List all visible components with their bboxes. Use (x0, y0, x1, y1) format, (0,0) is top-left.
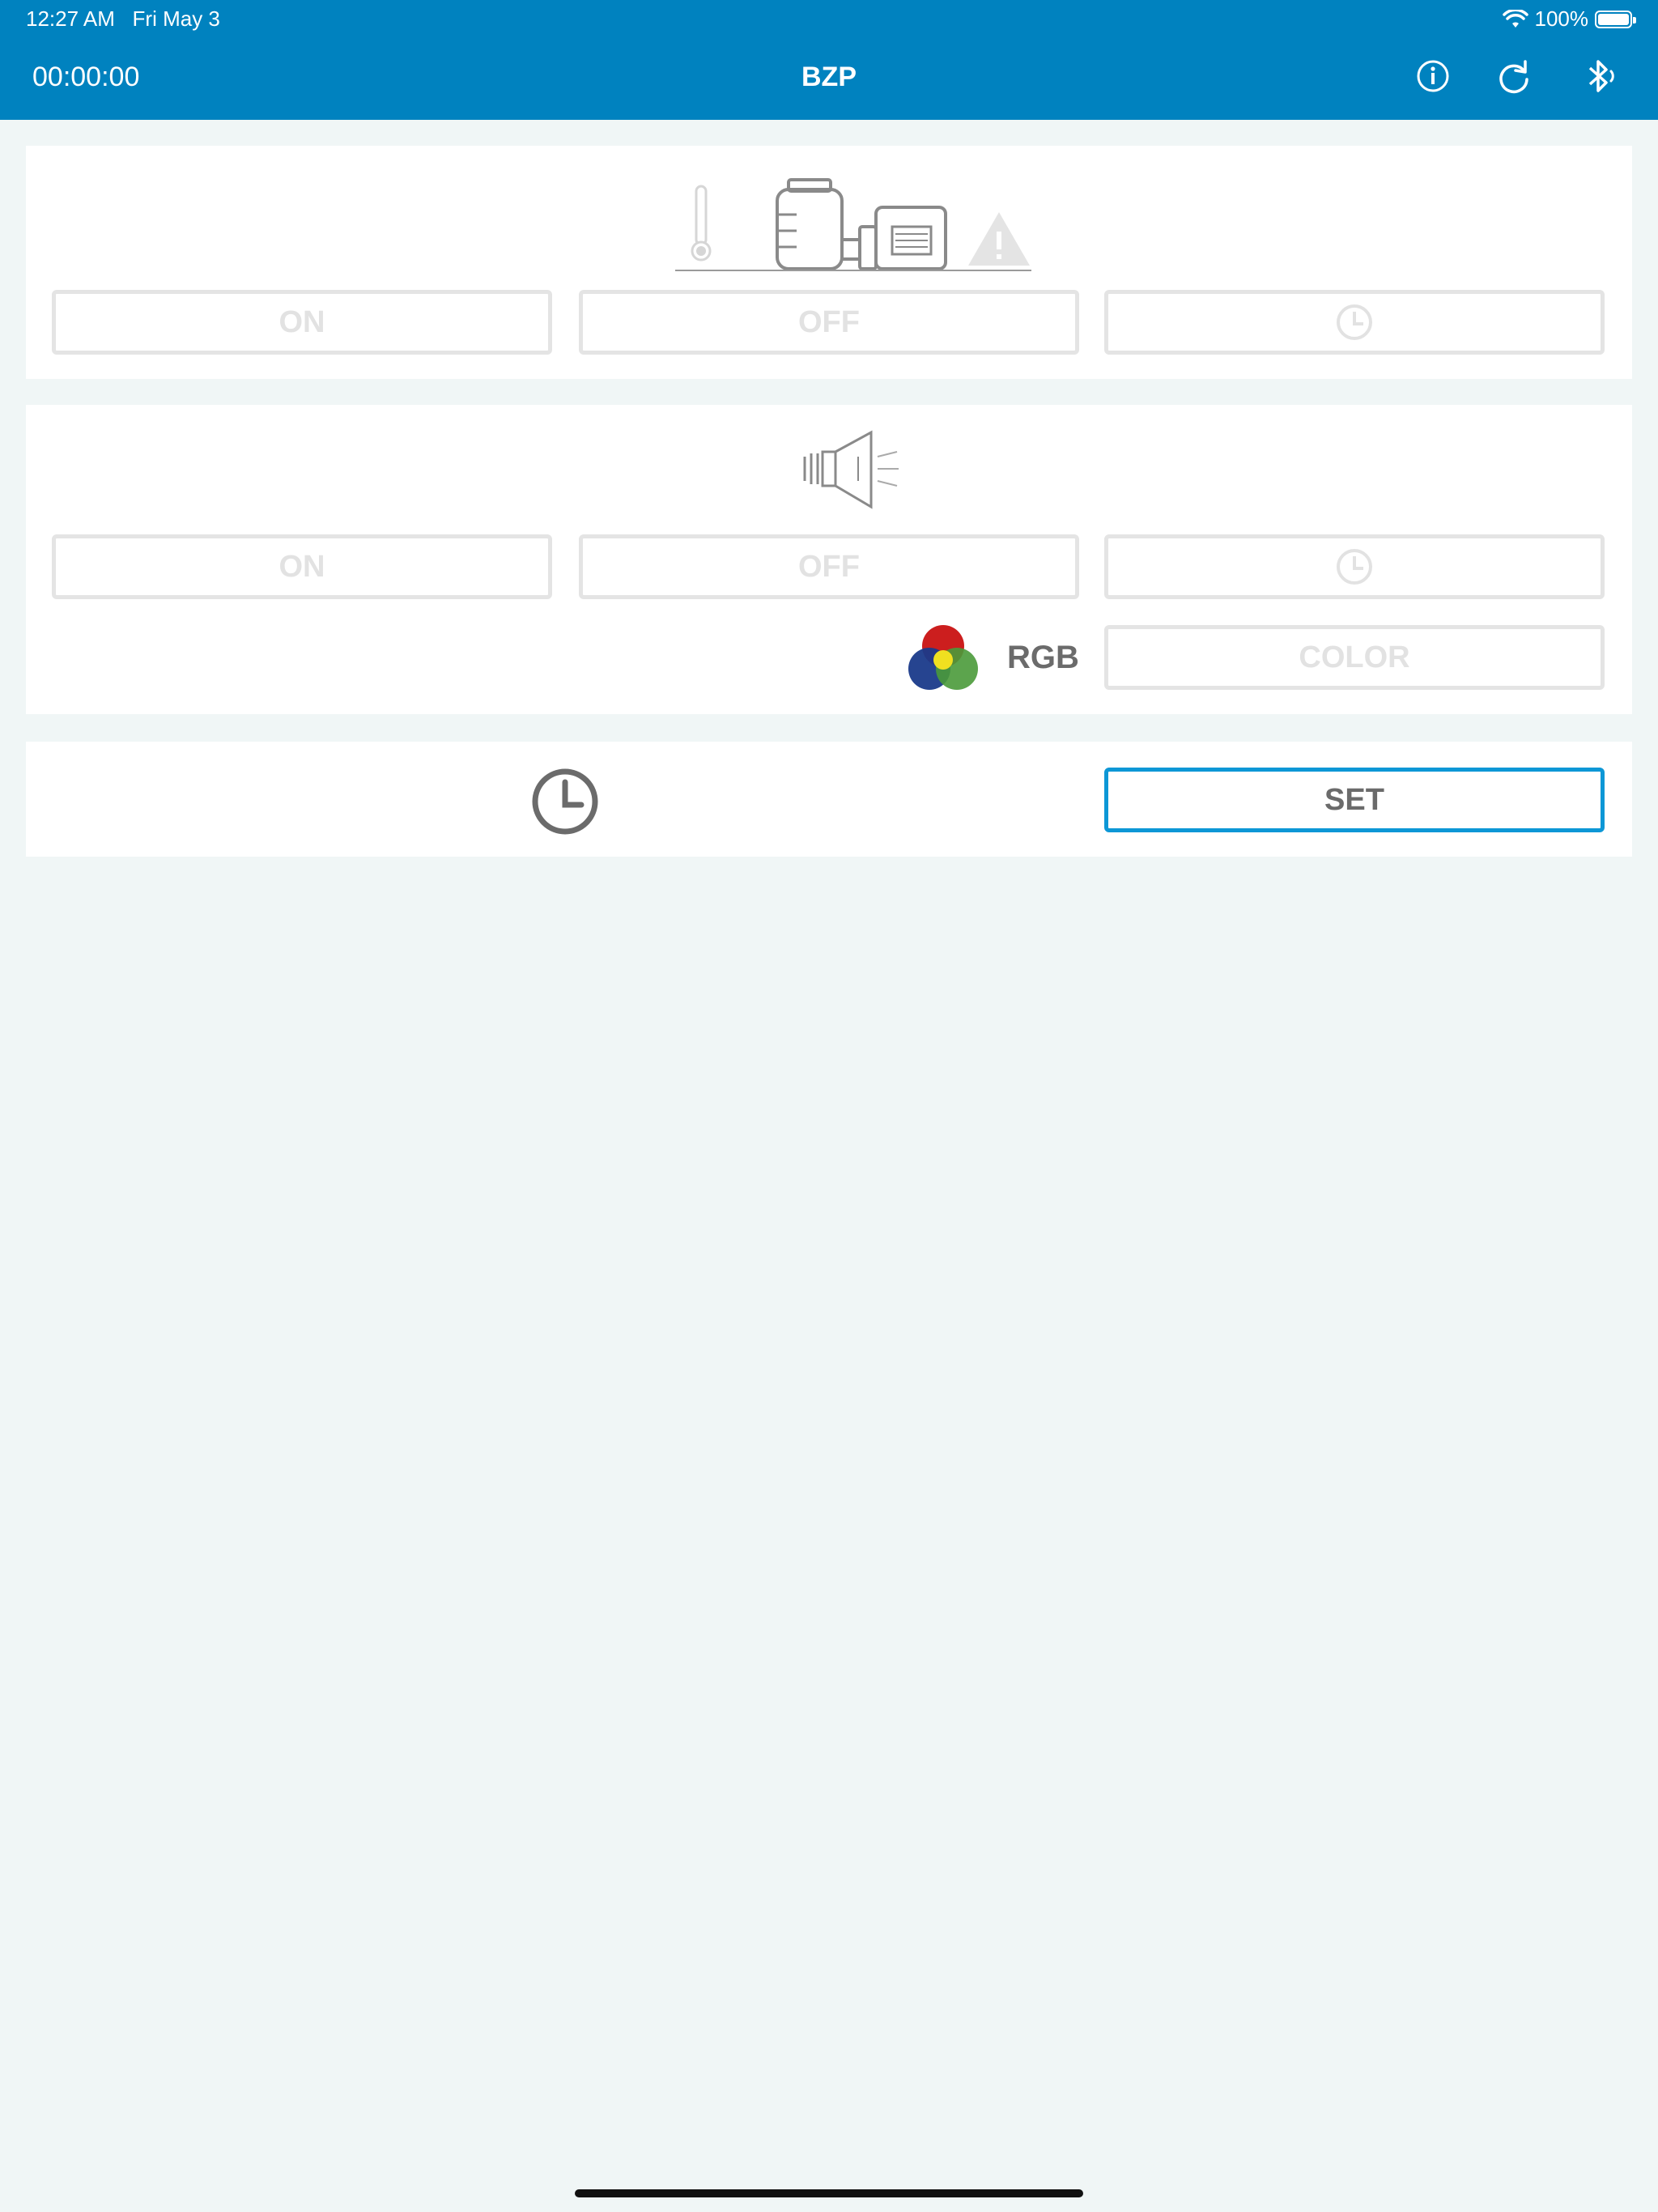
set-time-button[interactable]: SET (1104, 768, 1605, 832)
status-time: 12:27 AM Fri May 3 (26, 6, 220, 32)
horn-off-button[interactable]: OFF (579, 534, 1079, 599)
rgb-label: RGB (1007, 640, 1079, 675)
refresh-icon[interactable] (1496, 57, 1535, 96)
thermometer-icon (691, 185, 712, 262)
clock-icon (532, 768, 598, 835)
speaker-icon (803, 430, 899, 509)
rgb-icon (908, 625, 978, 690)
status-indicators: 100% (1502, 6, 1636, 32)
horn-timer-button[interactable] (1104, 534, 1605, 599)
pump-timer-button[interactable] (1104, 290, 1605, 355)
clock-icon (1337, 549, 1372, 585)
warning-icon (968, 212, 1030, 266)
time-panel: SET (26, 742, 1632, 857)
bluetooth-icon[interactable] (1580, 57, 1619, 96)
battery-level (1598, 13, 1629, 25)
battery-icon (1595, 10, 1636, 28)
info-icon[interactable] (1414, 57, 1452, 96)
top-bar: 12:27 AM Fri May 3 100% 00:00:00 BZP (0, 0, 1658, 120)
status-clock: 12:27 AM (26, 6, 115, 31)
home-indicator (575, 2189, 1083, 2197)
pump-off-button[interactable]: OFF (579, 290, 1079, 355)
pump-status-illustration (675, 178, 1031, 271)
color-button[interactable]: COLOR (1104, 625, 1605, 690)
status-date: Fri May 3 (132, 6, 220, 31)
battery-percent: 100% (1534, 6, 1589, 31)
page-title: BZP (801, 62, 857, 92)
wifi-icon (1502, 9, 1528, 28)
horn-on-button[interactable]: ON (52, 534, 552, 599)
pump-panel: ON OFF (26, 146, 1632, 379)
pump-on-button[interactable]: ON (52, 290, 552, 355)
clock-icon (1337, 304, 1372, 340)
horn-panel: ON OFF RGB COLOR (26, 405, 1632, 714)
